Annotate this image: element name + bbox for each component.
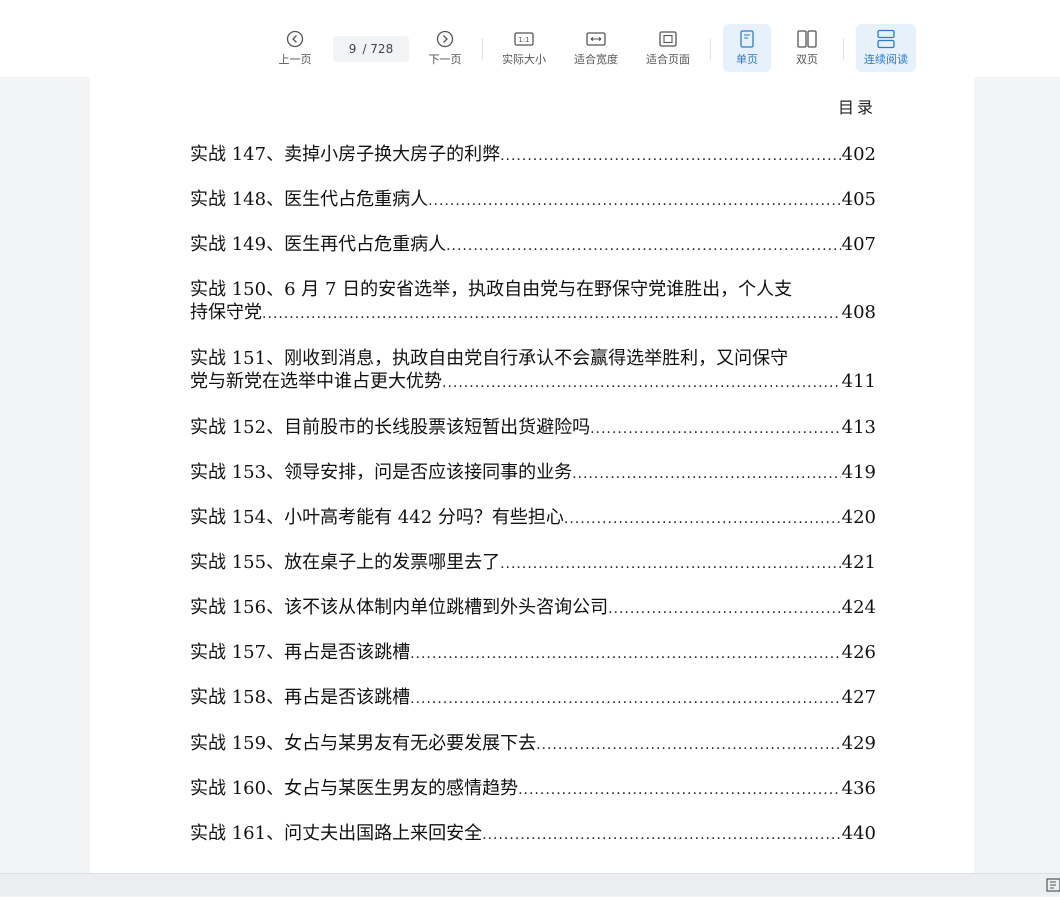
toc-leader-dots — [500, 553, 841, 576]
toc-leader-dots — [518, 779, 841, 802]
toc-entry[interactable]: 实战 149、医生再代占危重病人 407 — [190, 233, 876, 258]
page-number-field[interactable]: 9 / 728 — [333, 36, 409, 62]
toc-entry-page: 408 — [841, 302, 876, 323]
fit-page-button[interactable]: 适合页面 — [640, 24, 696, 72]
single-page-icon — [739, 28, 755, 50]
fit-width-label: 适合宽度 — [574, 53, 618, 66]
toolbar-divider — [843, 38, 844, 60]
toc-leader-dots — [410, 688, 841, 711]
prev-page-label: 上一页 — [278, 53, 312, 66]
toc-entry-title: 实战 157、再占是否该跳槽 — [190, 642, 411, 663]
toc-entry-page: 411 — [841, 371, 876, 392]
toc-entry-title: 实战 147、卖掉小房子换大房子的利弊 — [190, 144, 501, 165]
page-total: / 728 — [362, 42, 394, 56]
toc-entry-title: 实战 159、女占与某男友有无必要发展下去 — [190, 733, 537, 754]
svg-text:1:1: 1:1 — [518, 36, 529, 44]
toc-leader-dots — [590, 418, 841, 441]
toc-heading: 目录 — [837, 98, 876, 117]
toc-entry[interactable]: 实战 154、小叶高考能有 442 分吗？有些担心 420 — [190, 506, 876, 531]
toc-leader-dots — [572, 463, 841, 486]
toc-leader-dots — [410, 643, 841, 666]
toc-leader-dots — [442, 372, 841, 395]
double-page-icon — [797, 28, 817, 50]
toc-entry-title: 持保守党 — [190, 302, 262, 323]
toc-leader-dots — [446, 235, 841, 258]
continuous-reading-icon — [876, 28, 896, 50]
toc-entry[interactable]: 实战 155、放在桌子上的发票哪里去了 421 — [190, 551, 876, 576]
toc-entry-page: 424 — [841, 597, 876, 618]
toc-entry[interactable]: 实战 147、卖掉小房子换大房子的利弊 402 — [190, 143, 876, 168]
toc-entry-title: 实战 161、问丈夫出国路上来回安全 — [190, 823, 483, 844]
toc-leader-dots — [500, 145, 841, 168]
toc-entry-title: 实战 154、小叶高考能有 442 分吗？有些担心 — [190, 507, 564, 528]
toc-entry-title: 实战 160、女占与某医生男友的感情趋势 — [190, 778, 519, 799]
toolbar-divider — [710, 38, 711, 60]
toc-entry[interactable]: 实战 153、领导安排，问是否应该接同事的业务 419 — [190, 461, 876, 486]
toolbar-divider — [482, 38, 483, 60]
toc-entry[interactable]: 实战 161、问丈夫出国路上来回安全 440 — [190, 822, 876, 847]
fit-page-icon — [658, 28, 678, 50]
next-page-button[interactable]: 下一页 — [422, 24, 468, 72]
toc-entry-title: 实战 152、目前股市的长线股票该短暂出货避险吗 — [190, 417, 591, 438]
prev-page-button[interactable]: 上一页 — [272, 24, 318, 72]
page-current[interactable]: 9 — [349, 42, 357, 56]
toc-entry-page: 427 — [841, 687, 876, 708]
fit-width-icon — [586, 28, 606, 50]
continuous-reading-label: 连续阅读 — [864, 53, 908, 66]
toc-entry-page: 421 — [841, 552, 876, 573]
actual-size-button[interactable]: 1:1 实际大小 — [496, 24, 552, 72]
toc-entry[interactable]: 实战 148、医生代占危重病人 405 — [190, 188, 876, 213]
toolbar: 上一页 9 / 728 下一页 1:1 实际大小 适合宽度 适合页面 单页 双页… — [0, 0, 1060, 77]
toc-leader-dots — [564, 508, 841, 531]
toc-leader-dots — [428, 190, 841, 213]
toc-entry-page: 413 — [841, 417, 876, 438]
toc-entry-page: 429 — [841, 733, 876, 754]
toc-entry-page: 436 — [841, 778, 876, 799]
toc-entry-page: 419 — [841, 462, 876, 483]
toc-entry-title-line: 实战 151、刚收到消息，执政自由党自行承认不会赢得选举胜利，又问保守 — [190, 348, 789, 369]
continuous-reading-button[interactable]: 连续阅读 — [856, 24, 916, 72]
toc-entry[interactable]: 实战 152、目前股市的长线股票该短暂出货避险吗 413 — [190, 416, 876, 441]
single-page-label: 单页 — [736, 53, 758, 66]
toc-entry-title-line: 实战 150、6 月 7 日的安省选举，执政自由党与在野保守党谁胜出，个人支 — [190, 279, 793, 300]
panel-toggle-icon[interactable] — [1046, 877, 1060, 893]
next-page-label: 下一页 — [428, 53, 462, 66]
toc-entry-title: 实战 155、放在桌子上的发票哪里去了 — [190, 552, 501, 573]
fit-page-label: 适合页面 — [646, 53, 690, 66]
actual-size-icon: 1:1 — [514, 28, 534, 50]
double-page-button[interactable]: 双页 — [784, 24, 830, 72]
toc-entry[interactable]: 实战 159、女占与某男友有无必要发展下去 429 — [190, 732, 876, 757]
toc-leader-dots — [262, 303, 841, 326]
bottom-scrollbar[interactable] — [0, 873, 1060, 896]
toc-entry[interactable]: 实战 158、再占是否该跳槽 427 — [190, 686, 876, 711]
toc-entry[interactable]: 实战 150、6 月 7 日的安省选举，执政自由党与在野保守党谁胜出，个人支 持保… — [190, 278, 876, 326]
toc-entry-page: 407 — [841, 234, 876, 255]
toc-entry-page: 402 — [841, 144, 876, 165]
toc-entry[interactable]: 实战 156、该不该从体制内单位跳槽到外头咨询公司 424 — [190, 596, 876, 621]
chevron-left-circle-icon — [286, 28, 304, 50]
toc-entry-title: 实战 153、领导安排，问是否应该接同事的业务 — [190, 462, 573, 483]
toc-entry[interactable]: 实战 151、刚收到消息，执政自由党自行承认不会赢得选举胜利，又问保守 党与新党在… — [190, 347, 876, 395]
toc-entry-page: 440 — [841, 823, 876, 844]
single-page-button[interactable]: 单页 — [723, 24, 771, 72]
document-page: 目录 实战 147、卖掉小房子换大房子的利弊 402 实战 148、医生代占危重病人… — [90, 77, 974, 873]
toc-entry-title: 实战 158、再占是否该跳槽 — [190, 687, 411, 708]
toc-leader-dots — [536, 734, 841, 757]
toc-leader-dots — [608, 598, 841, 621]
toc-entry-page: 426 — [841, 642, 876, 663]
toc-entry-title: 党与新党在选举中谁占更大优势 — [190, 371, 442, 392]
chevron-right-circle-icon — [436, 28, 454, 50]
toc-entry-title: 实战 148、医生代占危重病人 — [190, 189, 429, 210]
toc-entry[interactable]: 实战 160、女占与某医生男友的感情趋势 436 — [190, 777, 876, 802]
toc-entry[interactable]: 实战 157、再占是否该跳槽 426 — [190, 641, 876, 666]
toc-entry-page: 405 — [841, 189, 876, 210]
double-page-label: 双页 — [796, 53, 818, 66]
toc-entry-title: 实战 156、该不该从体制内单位跳槽到外头咨询公司 — [190, 597, 609, 618]
toc-entry-title: 实战 149、医生再代占危重病人 — [190, 234, 447, 255]
actual-size-label: 实际大小 — [502, 53, 546, 66]
toc-entry-page: 420 — [841, 507, 876, 528]
fit-width-button[interactable]: 适合宽度 — [568, 24, 624, 72]
toc-leader-dots — [482, 824, 841, 847]
